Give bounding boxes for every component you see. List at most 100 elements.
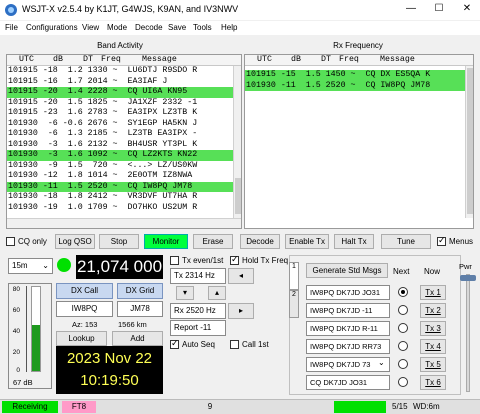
tx4-button[interactable]: Tx 4 [420,339,446,354]
tab-1[interactable]: 1 [289,262,299,290]
chevron-down-icon: ⌄ [42,261,49,270]
hold-tx-freq-box[interactable] [230,254,239,266]
wsjtx-app-icon [5,4,17,16]
decode-row[interactable]: 101915 -20 1.4 2228 ~ CQ UI6A KN95 [7,87,235,98]
tx-message-3[interactable]: IW8PQ DK7JD R-11 [306,321,390,336]
decode-row[interactable]: 101915 -16 1.7 2014 ~ EA3IAF J [7,77,235,88]
decode-row[interactable]: 101930 -3 1.6 2132 ~ BH4USR YT3PL K [7,140,235,151]
tx6-button[interactable]: Tx 6 [420,375,446,390]
tx5-button[interactable]: Tx 5 [420,357,446,372]
generate-std-msgs-button[interactable]: Generate Std Msgs [306,263,388,278]
minimize-button[interactable]: — [404,2,418,16]
cq-only-checkbox[interactable]: CQ only [6,237,47,247]
decode-row[interactable]: 101930 -19 1.0 1709 ~ DO7HKO US2UM R [7,203,235,214]
rx-frequency-spinbox[interactable]: Rx 2520 Hz [170,303,226,319]
wd-status: WD:6m [413,402,440,411]
arrow-up-icon: ▴ [214,288,219,297]
halt-tx-button[interactable]: Halt Tx [334,234,374,249]
tx-frequency-spinbox[interactable]: Tx 2314 Hz [170,268,226,284]
tx-next-radio-5[interactable] [398,359,408,369]
tune-button[interactable]: Tune [381,234,431,249]
tx-message-1[interactable]: IW8PQ DK7JD JO31 [306,285,390,300]
decode-row[interactable]: 101930 -6 1.3 2185 ~ LZ3TB EA3IPX - [7,129,235,140]
cq-only-box[interactable] [6,237,15,247]
enable-tx-button[interactable]: Enable Tx [285,234,329,249]
decode-row[interactable]: 101930 -9 1.5 720 ~ <...> LZ/US0KW [7,161,235,172]
menus-box[interactable] [437,235,446,247]
menu-configurations[interactable]: Configurations [26,23,78,32]
report-spinbox[interactable]: Report -11 [170,320,226,336]
chevron-down-icon[interactable]: ⌄ [378,358,385,367]
auto-seq-box[interactable] [170,338,179,350]
rx-frequency-pane[interactable]: UTC dB DT Freq Message 101915 -15 1.5 14… [244,54,474,229]
stop-button[interactable]: Stop [99,234,139,249]
decode-row[interactable]: 101930 -18 1.8 2412 ~ VR3DVF UT7HA R [7,192,235,203]
rx-frequency-vscroll-thumb[interactable] [467,68,473,214]
monitor-button[interactable]: Monitor [144,234,188,249]
menu-mode[interactable]: Mode [107,23,127,32]
band-activity-vscroll-thumb[interactable] [235,178,241,214]
tx-next-radio-1[interactable] [398,287,408,297]
decode-button[interactable]: Decode [240,234,280,249]
hold-tx-freq-checkbox[interactable]: Hold Tx Freq [230,254,288,266]
tab-2[interactable]: 2 [289,290,299,318]
dx-call-input[interactable]: IW8PQ [56,301,113,317]
add-button[interactable]: Add [112,331,163,346]
set-rx-from-tx-button[interactable]: ▸ [228,303,254,319]
band-activity-vscroll[interactable] [233,66,241,218]
menu-save[interactable]: Save [168,23,186,32]
menu-view[interactable]: View [82,23,99,32]
tx-next-radio-6[interactable] [398,377,408,387]
pwr-slider[interactable] [466,274,470,392]
decode-row[interactable]: 101930 -11 1.5 2520 ~ CQ IW8PQ JM78 [245,80,465,91]
decode-row[interactable]: 101915 -23 1.6 2783 ~ EA3IPX LZ3TB K [7,108,235,119]
mode-status: FT8 [62,401,96,413]
freq-down-button[interactable]: ▾ [176,286,194,300]
decode-row[interactable]: 101915 -20 1.5 1825 ~ JA1XZF 2332 -1 [7,98,235,109]
pwr-slider-handle[interactable] [460,275,476,281]
maximize-button[interactable]: ☐ [432,2,446,16]
dx-grid-input[interactable]: JM78 [117,301,163,317]
rx-frequency-list[interactable]: 101915 -15 1.5 1450 ~ CQ DX ES5QA K 10193… [245,66,465,216]
tx2-button[interactable]: Tx 2 [420,303,446,318]
tx1-button[interactable]: Tx 1 [420,285,446,300]
decode-row[interactable]: 101930 -12 1.8 1014 ~ 2E0OTM IZ8NWA [7,171,235,182]
frequency-display: 21,074 000 [76,255,163,279]
set-tx-from-rx-button[interactable]: ◂ [228,268,254,284]
freq-up-button[interactable]: ▴ [208,286,226,300]
tx-even-box[interactable] [170,256,179,266]
menu-decode[interactable]: Decode [135,23,163,32]
erase-button[interactable]: Erase [193,234,233,249]
decode-row[interactable]: 101930 -11 1.5 2520 ~ CQ IW8PQ JM78 [7,181,235,192]
menus-checkbox[interactable]: Menus [437,235,473,247]
band-select[interactable]: 15m ⌄ [8,258,53,274]
menu-tools[interactable]: Tools [193,23,212,32]
tx-message-4[interactable]: IW8PQ DK7JD RR73 [306,339,390,354]
decode-row[interactable]: 101930 -3 1.6 1092 ~ CQ LZ2KTS KN22 [7,150,235,161]
log-qso-button[interactable]: Log QSO [55,234,95,249]
decode-row[interactable]: 101930 -6 -0.6 2676 ~ SY1EGP HA5KN J [7,119,235,130]
close-button[interactable]: ✕ [460,2,474,16]
arrow-right-icon: ▸ [238,306,243,315]
menu-help[interactable]: Help [221,23,237,32]
lookup-button[interactable]: Lookup [56,331,107,346]
band-activity-hscroll[interactable] [7,218,241,228]
tx-next-radio-2[interactable] [398,305,408,315]
menu-file[interactable]: File [5,23,18,32]
tx3-button[interactable]: Tx 3 [420,321,446,336]
band-activity-list[interactable]: 101915 -18 1.2 1330 ~ LU6DTJ R9SDO R 1019… [7,66,235,216]
band-activity-pane[interactable]: UTC dB DT Freq Message 101915 -18 1.2 13… [6,54,242,229]
decode-row[interactable]: 101915 -18 1.2 1330 ~ LU6DTJ R9SDO R [7,66,235,77]
auto-seq-checkbox[interactable]: Auto Seq [170,338,215,350]
decode-row[interactable]: 101915 -15 1.5 1450 ~ CQ DX ES5QA K [245,70,465,81]
tx-message-6[interactable]: CQ DK7JD JO31 [306,375,390,390]
tx-even-label: Tx even/1st [182,256,224,265]
call-1st-box[interactable] [230,340,239,350]
call-1st-checkbox[interactable]: Call 1st [230,340,269,350]
tx-message-2[interactable]: IW8PQ DK7JD -11 [306,303,390,318]
tx-next-radio-3[interactable] [398,323,408,333]
rx-frequency-vscroll[interactable] [465,66,473,218]
tx-next-radio-4[interactable] [398,341,408,351]
receiving-status: Receiving [2,401,58,413]
tx-even-checkbox[interactable]: Tx even/1st [170,256,224,266]
